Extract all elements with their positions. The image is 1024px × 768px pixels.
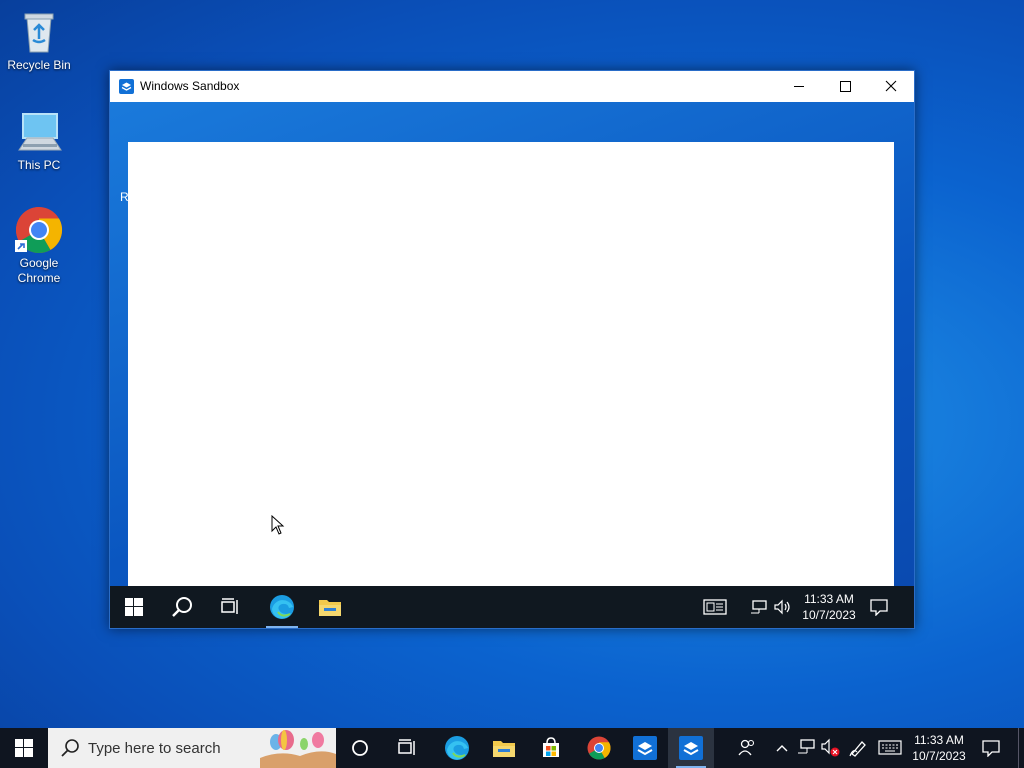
recycle-bin-label: Recycle Bin — [7, 58, 71, 72]
search-box[interactable]: Type here to search — [48, 728, 336, 768]
sandbox-date: 10/7/2023 — [802, 608, 856, 622]
chrome-icon — [15, 206, 63, 254]
desktop: { "desktop": { "icons": [ {"label": "Rec… — [0, 0, 1024, 768]
network-icon[interactable] — [797, 738, 817, 756]
clock-date: 10/7/2023 — [912, 749, 966, 763]
news-icon — [703, 599, 727, 615]
recycle-bin-icon — [15, 8, 63, 56]
sandbox-app-icon — [119, 79, 134, 94]
search-highlight-balloons-icon — [260, 730, 336, 768]
clock-time: 11:33 AM — [914, 733, 964, 747]
search-placeholder: Type here to search — [88, 740, 221, 757]
edge-taskbar-button[interactable] — [434, 728, 480, 768]
edge-icon — [270, 595, 294, 619]
chrome-taskbar-button[interactable] — [576, 728, 622, 768]
sandbox-file-explorer-button[interactable] — [306, 586, 354, 628]
task-view-icon — [398, 739, 415, 755]
store-icon — [543, 737, 559, 757]
sandbox-loading-pane[interactable] — [128, 142, 894, 600]
maximize-button[interactable] — [822, 71, 868, 102]
minimize-icon — [794, 86, 804, 87]
taskbar: Type here to search 11:33 AM 10/7/2023 — [0, 728, 1024, 768]
desktop-icon-google-chrome[interactable]: Google Chrome — [1, 206, 77, 286]
chrome-label: Google Chrome — [17, 256, 61, 285]
notification-icon — [982, 740, 1000, 757]
maximize-icon — [840, 81, 851, 92]
action-center-button[interactable] — [970, 728, 1012, 768]
sandbox-search-button[interactable] — [158, 586, 206, 628]
desktop-icon-this-pc[interactable]: This PC — [1, 108, 77, 173]
window-title: Windows Sandbox — [140, 79, 240, 93]
start-button[interactable] — [0, 728, 48, 768]
task-view-icon — [221, 598, 238, 614]
minimize-button[interactable] — [776, 71, 822, 102]
sandbox-taskbar-button[interactable] — [622, 728, 668, 768]
sandbox-time: 11:33 AM — [804, 592, 854, 606]
close-button[interactable] — [868, 71, 914, 102]
sandbox-window[interactable]: Windows Sandbox R 11:33 AM 10/7/2023 — [109, 70, 915, 629]
store-taskbar-button[interactable] — [528, 728, 574, 768]
sandbox-taskbar-button-active[interactable] — [668, 728, 714, 768]
edge-icon — [445, 736, 469, 760]
start-icon — [15, 739, 33, 757]
desktop-icon-recycle-bin[interactable]: Recycle Bin — [1, 8, 77, 73]
sandbox-notifications-button[interactable] — [856, 586, 902, 628]
sandbox-network-button[interactable] — [748, 586, 770, 628]
sandbox-volume-button[interactable] — [770, 586, 796, 628]
chrome-icon — [587, 736, 611, 760]
sandbox-desktop: R — [110, 102, 914, 600]
sandbox-icon-active — [679, 736, 703, 760]
file-explorer-icon — [493, 741, 515, 757]
sandbox-icon — [633, 736, 657, 760]
people-icon[interactable] — [737, 738, 757, 758]
sandbox-start-button[interactable] — [110, 586, 158, 628]
sandbox-task-view-button[interactable] — [206, 586, 254, 628]
chevron-up-icon[interactable] — [775, 741, 789, 755]
this-pc-label: This PC — [17, 158, 61, 172]
start-icon — [125, 598, 143, 616]
sandbox-news-button[interactable] — [692, 586, 738, 628]
this-pc-icon — [15, 108, 63, 156]
sandbox-edge-button[interactable] — [258, 586, 306, 628]
close-icon — [885, 80, 897, 92]
show-desktop-button[interactable] — [1018, 728, 1019, 768]
file-explorer-icon — [319, 600, 341, 616]
sandbox-titlebar[interactable]: Windows Sandbox — [110, 71, 914, 102]
touch-keyboard-icon[interactable] — [878, 740, 902, 756]
pen-workspace-icon[interactable] — [848, 738, 868, 758]
cortana-icon — [352, 740, 368, 756]
search-icon — [61, 739, 79, 757]
sandbox-clock[interactable]: 11:33 AM 10/7/2023 — [800, 591, 858, 623]
file-explorer-taskbar-button[interactable] — [481, 728, 527, 768]
task-view-button[interactable] — [384, 728, 430, 768]
active-indicator — [266, 626, 298, 628]
notification-icon — [870, 599, 888, 616]
volume-icon — [774, 599, 790, 615]
network-icon — [751, 600, 767, 614]
mouse-cursor-icon — [271, 515, 285, 535]
volume-muted-icon[interactable] — [820, 738, 842, 758]
search-icon — [172, 597, 192, 617]
clock[interactable]: 11:33 AM 10/7/2023 — [908, 732, 970, 764]
sandbox-taskbar: 11:33 AM 10/7/2023 — [110, 586, 914, 628]
cortana-button[interactable] — [337, 728, 383, 768]
